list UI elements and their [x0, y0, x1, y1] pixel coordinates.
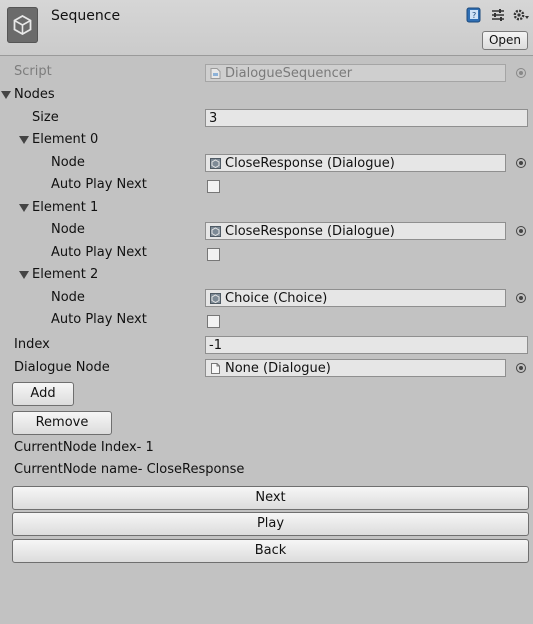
nodes-label[interactable]: Nodes	[14, 87, 55, 102]
element-2-auto-play-checkbox[interactable]	[207, 315, 220, 328]
svg-text:?: ?	[472, 11, 476, 20]
component-title: Sequence	[51, 8, 121, 24]
script-object-picker	[516, 68, 526, 78]
scriptable-object-icon	[210, 293, 221, 304]
element-1-node-field[interactable]: CloseResponse (Dialogue)	[205, 222, 506, 240]
element-0-node-value: CloseResponse (Dialogue)	[225, 156, 395, 171]
play-button[interactable]: Play	[12, 512, 529, 536]
element-1-foldout-arrow[interactable]	[19, 204, 29, 212]
empty-document-icon	[211, 363, 220, 374]
element-2-object-picker[interactable]	[516, 293, 526, 303]
unity-asset-icon	[7, 7, 38, 43]
element-1-node-label: Node	[51, 222, 85, 237]
element-0-auto-play-checkbox[interactable]	[207, 180, 220, 193]
nodes-foldout-arrow[interactable]	[1, 91, 11, 99]
script-value: DialogueSequencer	[225, 66, 353, 81]
element-0-foldout-arrow[interactable]	[19, 136, 29, 144]
current-node-index-text: CurrentNode Index- 1	[14, 440, 154, 455]
element-2-node-field[interactable]: Choice (Choice)	[205, 289, 506, 307]
current-node-name-text: CurrentNode name- CloseResponse	[14, 462, 245, 477]
element-2-auto-play-label: Auto Play Next	[51, 312, 147, 327]
index-label: Index	[14, 337, 50, 352]
element-0-node-label: Node	[51, 155, 85, 170]
dialogue-node-field[interactable]: None (Dialogue)	[205, 359, 506, 377]
element-1-auto-play-label: Auto Play Next	[51, 245, 147, 260]
script-field: DialogueSequencer	[205, 64, 506, 82]
preset-sliders-icon[interactable]	[490, 7, 506, 23]
element-1-label[interactable]: Element 1	[32, 200, 98, 215]
open-button[interactable]: Open	[482, 31, 528, 50]
element-0-node-field[interactable]: CloseResponse (Dialogue)	[205, 154, 506, 172]
dialogue-node-value: None (Dialogue)	[225, 361, 331, 376]
element-2-node-value: Choice (Choice)	[225, 291, 328, 306]
index-input[interactable]: -1	[205, 336, 528, 354]
script-label: Script	[14, 64, 52, 79]
element-2-label[interactable]: Element 2	[32, 267, 98, 282]
remove-button[interactable]: Remove	[12, 411, 112, 435]
scriptable-object-icon	[210, 226, 221, 237]
help-book-icon[interactable]: ?	[466, 7, 482, 23]
next-button[interactable]: Next	[12, 486, 529, 510]
scriptable-object-icon	[210, 158, 221, 169]
element-1-auto-play-checkbox[interactable]	[207, 248, 220, 261]
element-2-node-label: Node	[51, 290, 85, 305]
element-0-label[interactable]: Element 0	[32, 132, 98, 147]
element-2-foldout-arrow[interactable]	[19, 271, 29, 279]
script-file-icon	[210, 68, 221, 79]
inspector-header: Sequence ? Open	[0, 0, 533, 56]
dialogue-node-label: Dialogue Node	[14, 360, 110, 375]
dialogue-node-object-picker[interactable]	[516, 363, 526, 373]
gear-icon[interactable]	[512, 7, 529, 23]
back-button[interactable]: Back	[12, 539, 529, 563]
element-0-object-picker[interactable]	[516, 158, 526, 168]
add-button[interactable]: Add	[12, 382, 74, 406]
element-1-object-picker[interactable]	[516, 226, 526, 236]
element-1-node-value: CloseResponse (Dialogue)	[225, 224, 395, 239]
size-input[interactable]: 3	[205, 109, 528, 127]
element-0-auto-play-label: Auto Play Next	[51, 177, 147, 192]
size-label: Size	[32, 110, 59, 125]
